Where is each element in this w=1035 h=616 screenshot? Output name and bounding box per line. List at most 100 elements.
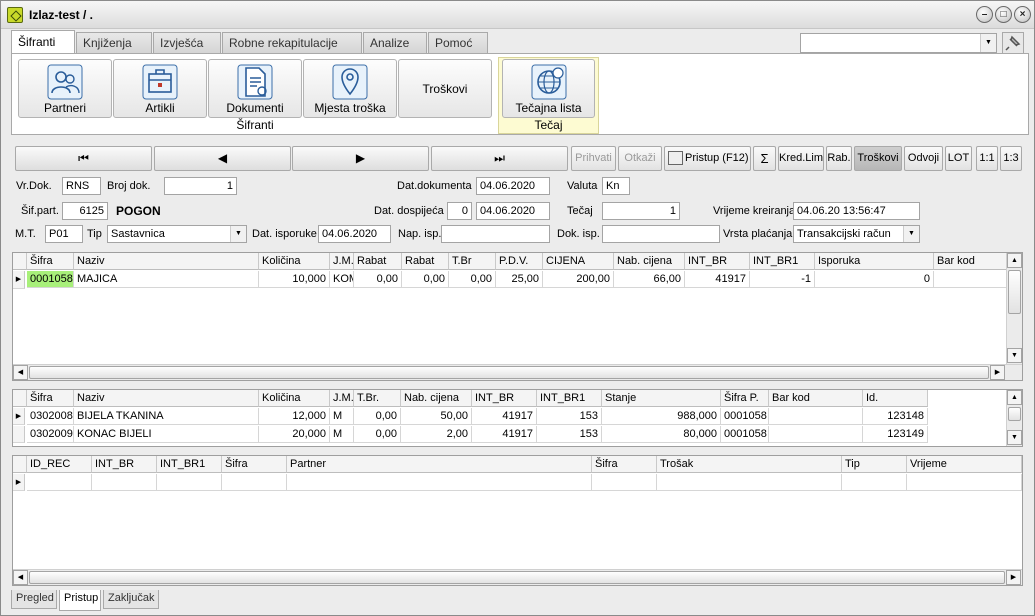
cell-empty[interactable] <box>907 474 1022 491</box>
scroll-up-icon[interactable]: ▲ <box>1007 390 1022 405</box>
dokumenti-button[interactable]: Dokumenti <box>208 59 302 118</box>
cell-naziv[interactable]: BIJELA TKANINA <box>74 408 259 425</box>
cell-nab-cijena[interactable]: 50,00 <box>401 408 472 425</box>
column-header[interactable]: Rabat <box>402 253 449 270</box>
troskovi-toggle[interactable]: Troškovi <box>854 146 902 171</box>
vrijeme-kreiranja-field[interactable]: 04.06.20 13:56:47 <box>793 202 920 220</box>
tab-knjizenja[interactable]: Knjiženja <box>76 32 152 53</box>
scroll-thumb[interactable] <box>1008 407 1021 421</box>
cell-sifra[interactable]: 0302008 <box>27 408 74 425</box>
rab-button[interactable]: Rab. <box>826 146 852 171</box>
column-header[interactable]: INT_BR <box>472 390 537 407</box>
cell-sifra[interactable]: 0302009 <box>27 426 74 443</box>
cell-int-br1[interactable]: 153 <box>537 408 602 425</box>
cell-nab-cijena[interactable]: 66,00 <box>614 271 685 288</box>
column-header[interactable]: Količina <box>259 253 330 270</box>
column-header[interactable]: Naziv <box>74 390 259 407</box>
cell-kolicina[interactable]: 10,000 <box>259 271 330 288</box>
cell-id[interactable]: 123149 <box>863 426 928 443</box>
scroll-right-icon[interactable]: ▶ <box>990 365 1005 380</box>
ratio-1-3-button[interactable]: 1:3 <box>1000 146 1022 171</box>
minimize-icon[interactable]: – <box>976 6 993 23</box>
lot-button[interactable]: LOT <box>945 146 972 171</box>
cell-empty[interactable] <box>287 474 592 491</box>
scroll-thumb[interactable] <box>29 366 989 379</box>
cell-sifra-p[interactable]: 0001058 <box>721 408 769 425</box>
column-header[interactable]: Id. <box>863 390 928 407</box>
cell-empty[interactable] <box>27 474 92 491</box>
cell-sifra[interactable]: 0001058 <box>27 271 74 288</box>
cell-empty[interactable] <box>157 474 222 491</box>
horizontal-scrollbar[interactable]: ◀ ▶ <box>13 569 1022 585</box>
cell-tbr[interactable]: 0,00 <box>354 426 401 443</box>
column-header[interactable]: Bar kod <box>769 390 863 407</box>
column-header[interactable]: Stanje <box>602 390 721 407</box>
cell-jm[interactable]: M <box>330 426 354 443</box>
tab-pomoc[interactable]: Pomoć <box>428 32 488 53</box>
cell-tbr[interactable]: 0,00 <box>449 271 496 288</box>
close-icon[interactable]: × <box>1014 6 1031 23</box>
last-record-button[interactable]: ⏭ <box>431 146 568 171</box>
dat-dokumenta-field[interactable]: 04.06.2020 <box>476 177 550 195</box>
column-header[interactable]: Vrijeme <box>907 456 1022 473</box>
scroll-thumb[interactable] <box>29 571 1005 584</box>
dok-isp-field[interactable] <box>602 225 720 243</box>
prihvati-button[interactable]: Prihvati <box>571 146 616 171</box>
mjesta-troska-button[interactable]: Mjesta troška <box>303 59 397 118</box>
column-header[interactable]: J.M. <box>330 253 354 270</box>
column-header[interactable]: INT_BR <box>92 456 157 473</box>
column-header[interactable]: T.Br <box>449 253 496 270</box>
column-header[interactable]: Trošak <box>657 456 842 473</box>
column-header[interactable]: J.M. <box>330 390 354 407</box>
artikli-button[interactable]: Artikli <box>113 59 207 118</box>
cell-int-br1[interactable]: -1 <box>750 271 815 288</box>
pristup-button[interactable]: Pristup (F12) <box>664 146 751 171</box>
cell-nab-cijena[interactable]: 2,00 <box>401 426 472 443</box>
cell-int-br1[interactable]: 153 <box>537 426 602 443</box>
column-header[interactable]: Količina <box>259 390 330 407</box>
column-header[interactable]: Šifra P. <box>721 390 769 407</box>
column-header[interactable]: P.D.V. <box>496 253 543 270</box>
column-header[interactable]: INT_BR <box>685 253 750 270</box>
pin-icon[interactable] <box>1002 32 1024 54</box>
ratio-1-1-button[interactable]: 1:1 <box>976 146 998 171</box>
dat-isporuke-field[interactable]: 04.06.2020 <box>318 225 391 243</box>
sif-part-field[interactable]: 6125 <box>62 202 108 220</box>
column-header[interactable]: ID_REC <box>27 456 92 473</box>
horizontal-scrollbar[interactable]: ◀ ▶ <box>13 364 1022 380</box>
cell-id[interactable]: 123148 <box>863 408 928 425</box>
cell-int-br[interactable]: 41917 <box>685 271 750 288</box>
cell-int-br[interactable]: 41917 <box>472 426 537 443</box>
chevron-down-icon[interactable]: ▼ <box>230 226 246 242</box>
otkazi-button[interactable]: Otkaži <box>618 146 662 171</box>
dat-dospijeca-field[interactable]: 04.06.2020 <box>476 202 550 220</box>
dospijece-dana-field[interactable]: 0 <box>447 202 472 220</box>
cell-empty[interactable] <box>92 474 157 491</box>
troskovi-button[interactable]: Troškovi <box>398 59 492 118</box>
scroll-up-icon[interactable]: ▲ <box>1007 253 1022 268</box>
tab-pristup[interactable]: Pristup <box>59 590 101 611</box>
cell-sifra-p[interactable]: 0001058 <box>721 426 769 443</box>
scroll-down-icon[interactable]: ▼ <box>1007 430 1022 445</box>
column-header[interactable]: T.Br. <box>354 390 401 407</box>
tecajna-lista-button[interactable]: Tečajna lista <box>502 59 595 118</box>
quick-search-combo[interactable]: ▼ <box>800 33 997 53</box>
valuta-field[interactable]: Kn <box>602 177 630 195</box>
column-header[interactable]: INT_BR1 <box>157 456 222 473</box>
column-header[interactable]: Nab. cijena <box>614 253 685 270</box>
cell-rabat2[interactable]: 0,00 <box>402 271 449 288</box>
column-header[interactable]: Isporuka <box>815 253 934 270</box>
cell-kolicina[interactable]: 20,000 <box>259 426 330 443</box>
tab-robne-rekapitulacije[interactable]: Robne rekapitulacije <box>222 32 362 53</box>
tip-combo[interactable]: Sastavnica ▼ <box>107 225 247 243</box>
broj-dok-field[interactable]: 1 <box>164 177 237 195</box>
cell-rabat[interactable]: 0,00 <box>354 271 402 288</box>
scroll-down-icon[interactable]: ▼ <box>1007 348 1022 363</box>
tab-sifranti[interactable]: Šifranti <box>11 30 75 54</box>
tecaj-field[interactable]: 1 <box>602 202 680 220</box>
column-header[interactable]: CIJENA <box>543 253 614 270</box>
odvoji-button[interactable]: Odvoji <box>904 146 943 171</box>
cell-stanje[interactable]: 988,000 <box>602 408 721 425</box>
kred-lim-button[interactable]: Kred.Lim <box>778 146 824 171</box>
column-header[interactable]: Šifra <box>222 456 287 473</box>
